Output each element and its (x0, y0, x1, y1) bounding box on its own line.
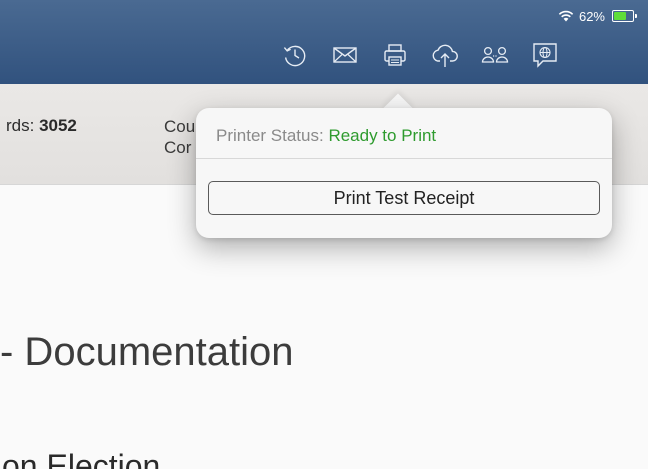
battery-percent: 62% (578, 8, 605, 24)
printer-status: Printer Status: Ready to Print (216, 126, 436, 146)
printer-icon (381, 41, 409, 69)
envelope-icon (331, 44, 359, 66)
history-icon (281, 41, 309, 69)
toolbar (270, 38, 570, 72)
printer-popover: Printer Status: Ready to Print Print Tes… (196, 108, 612, 238)
printer-status-label: Printer Status: (216, 126, 329, 145)
app-screen: 62% rds: 3052 Cou Cor - Documentation on… (0, 0, 648, 469)
battery-charging-icon (612, 10, 637, 22)
print-test-receipt-button[interactable]: Print Test Receipt (208, 181, 600, 215)
nav-header: 62% (0, 0, 648, 84)
records-value: 3052 (39, 116, 77, 135)
printer-status-value: Ready to Print (328, 126, 437, 145)
status-bar: 62% (558, 4, 637, 28)
cloud-upload-icon (430, 41, 460, 69)
battery-level-fill (614, 12, 627, 20)
page-subtitle: on Election (2, 448, 161, 469)
page-title: - Documentation (0, 330, 294, 374)
language-button[interactable] (520, 38, 570, 72)
cloud-upload-button[interactable] (420, 38, 470, 72)
info-right-line-1: Cou (164, 117, 196, 136)
print-button[interactable] (370, 38, 420, 72)
history-button[interactable] (270, 38, 320, 72)
popover-divider (196, 158, 612, 159)
records-count: rds: 3052 (6, 116, 77, 136)
records-label: rds: (6, 116, 40, 135)
mail-button[interactable] (320, 38, 370, 72)
wifi-icon (558, 10, 574, 22)
globe-chat-icon (530, 40, 560, 70)
users-button[interactable] (470, 38, 520, 72)
info-right-line-2: Cor (164, 138, 192, 157)
info-right-text: Cou Cor (164, 116, 195, 158)
users-icon (480, 43, 510, 67)
